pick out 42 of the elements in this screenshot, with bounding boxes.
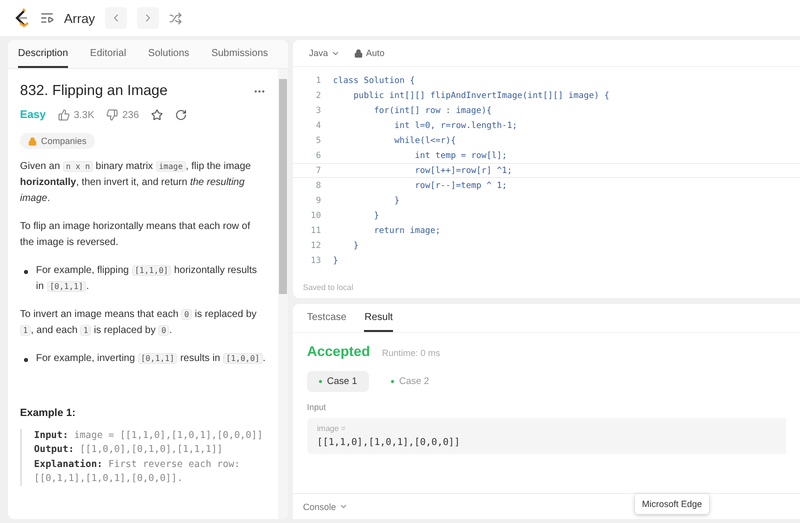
difficulty-label: Easy	[20, 109, 46, 121]
paragraph: Given an n x n binary matrix image , flip the image horizontally, then invert it, and return the resulting image.	[20, 160, 252, 206]
tooltip: Microsoft Edge	[635, 494, 710, 514]
like-count: 3.3K	[74, 110, 94, 120]
language-dropdown[interactable]: Java	[309, 48, 340, 58]
share-icon[interactable]	[174, 109, 187, 121]
companies-chip[interactable]: Companies	[20, 133, 95, 149]
verdict-text: Accepted	[307, 343, 370, 359]
problem-title: 832. Flipping an Image	[20, 83, 168, 99]
tab[interactable]: Solutions	[148, 40, 190, 68]
input-label: Input	[307, 402, 327, 412]
tab[interactable]: Submissions	[211, 40, 268, 68]
list-title[interactable]: Array	[64, 10, 96, 26]
case-tab[interactable]: Case 1	[307, 371, 370, 392]
lock-icon	[354, 48, 364, 58]
code-editor[interactable]: 1 class Solution { 2 public int[][] flipAndInvertImage(int[][] image) { 3 for(int[] row : image){ 4 int l=0, r=row.length-1; 5 while(l<=r){ 6 int temp = row[l]; 7 row[l++]=row[r] ^1; 8 row[r--]=temp ^ 1; 9 } 10 } 11 return image; 12 } 13 }	[293, 67, 800, 283]
tab[interactable]: Result	[364, 304, 393, 332]
console-button[interactable]: Console	[303, 502, 348, 512]
shuffle-icon[interactable]	[169, 12, 182, 24]
tab[interactable]: Editorial	[90, 40, 126, 68]
thumbs-down-icon[interactable]	[106, 109, 118, 121]
chevron-down-icon	[339, 502, 348, 511]
tab[interactable]: Description	[18, 40, 68, 68]
paragraph: To flip an image horizontally means that each row of the image is reversed.	[20, 220, 252, 250]
lock-icon	[28, 136, 37, 146]
example-title: Example 1:	[20, 407, 76, 419]
bullet-dot	[24, 270, 28, 274]
example-block: Input: image = [[1,1,0],[1,0,1],[0,0,0]] Output: [[1,0,0],[0,1,0],[1,1,1]] Explanation: First reverse each row: [[0,1,1],[1,0,1],[0,0,0]].	[20, 429, 266, 486]
bullet-text: For example, flipping [1,1,0] horizontally results in [0,1,1] .	[36, 264, 258, 294]
list-icon[interactable]	[40, 11, 54, 25]
mode-label[interactable]: Auto	[366, 48, 385, 58]
dislike-count: 236	[122, 110, 139, 120]
star-icon[interactable]	[150, 109, 163, 121]
input-box: image = [[1,1,0],[1,0,1],[0,0,0]]	[307, 418, 786, 454]
bullet-dot	[24, 358, 28, 362]
save-status: Saved to local	[302, 283, 354, 294]
runtime-text: Runtime: 0 ms	[382, 348, 440, 358]
bullet-text: For example, inverting [0,1,1] results in [1,0,0] .	[36, 352, 266, 366]
tab[interactable]: Testcase	[307, 304, 346, 332]
thumbs-up-icon[interactable]	[58, 109, 70, 121]
scrollbar[interactable]	[278, 69, 288, 519]
paragraph: To invert an image means that each 0 is replaced by 1 , and each 1 is replaced by 0 .	[20, 308, 258, 338]
